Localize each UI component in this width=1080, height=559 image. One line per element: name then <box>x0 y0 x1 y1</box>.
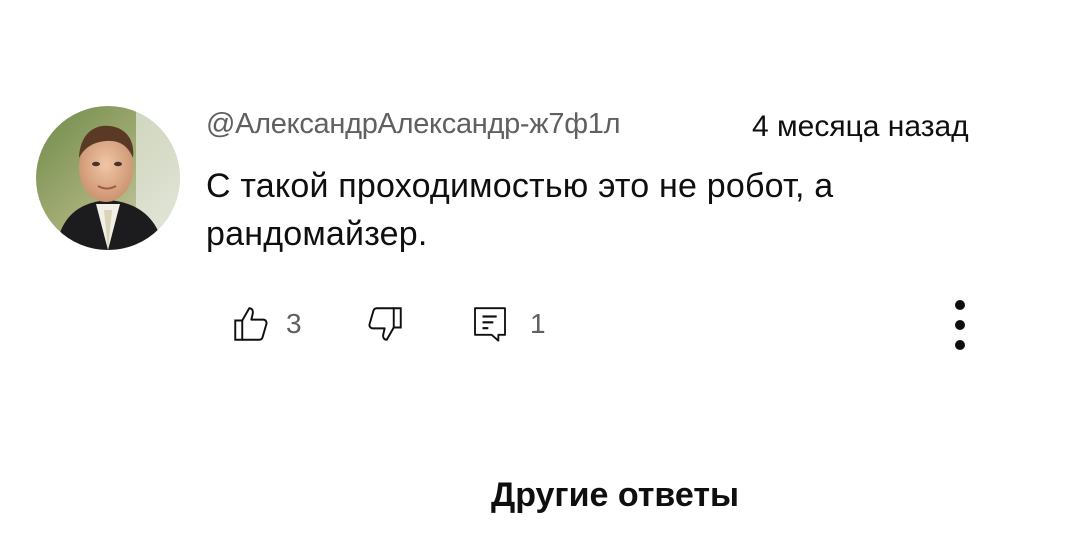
reply-button[interactable]: 1 <box>470 300 546 348</box>
comment-item: @АлександрАлександр-ж7ф1л 4 месяца назад… <box>0 0 1080 400</box>
comment-actions: 3 1 <box>0 300 1080 350</box>
comment-author[interactable]: @АлександрАлександр-ж7ф1л <box>206 108 621 141</box>
author-avatar[interactable] <box>36 106 180 250</box>
thumb-up-icon <box>234 307 268 341</box>
like-button[interactable]: 3 <box>230 300 302 348</box>
reply-count: 1 <box>530 308 546 339</box>
more-replies-button[interactable]: Другие ответы <box>0 476 1080 515</box>
more-options-button[interactable] <box>940 298 980 352</box>
comment-text: С такой проходимостью это не робот, а ра… <box>206 167 834 253</box>
like-count: 3 <box>286 308 302 339</box>
dislike-button[interactable] <box>364 300 406 348</box>
user-avatar-photo <box>36 106 180 250</box>
more-replies-label: Другие ответы <box>490 476 740 514</box>
comment-reply-icon <box>474 307 506 342</box>
comment-timestamp[interactable]: 4 месяца назад <box>752 110 969 144</box>
thumb-down-icon <box>368 307 402 341</box>
